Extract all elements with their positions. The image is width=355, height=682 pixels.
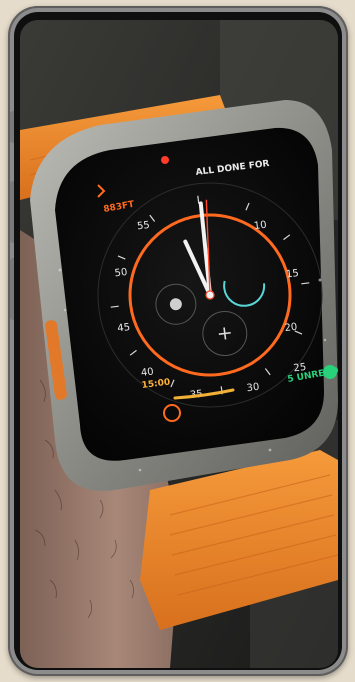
phone-screen: 10 15 20 25 30 35 40 45 50 55 ALL DONE F…: [20, 20, 338, 668]
dial-number-55: 55: [136, 220, 150, 232]
dial-number-15: 15: [285, 268, 299, 280]
dial-number-50: 50: [114, 267, 128, 279]
messages-icon: [323, 365, 337, 379]
photo-apple-watch-on-wrist: 10 15 20 25 30 35 40 45 50 55 ALL DONE F…: [20, 20, 338, 668]
watch-display: [55, 127, 325, 461]
dial-number-30: 30: [246, 382, 260, 394]
dial-number-10: 10: [253, 220, 267, 232]
dial-number-45: 45: [117, 322, 131, 334]
hand-pivot: [205, 290, 215, 300]
dial-number-40: 40: [140, 366, 154, 378]
dial-number-20: 20: [284, 322, 298, 334]
notification-dot: [161, 156, 169, 164]
